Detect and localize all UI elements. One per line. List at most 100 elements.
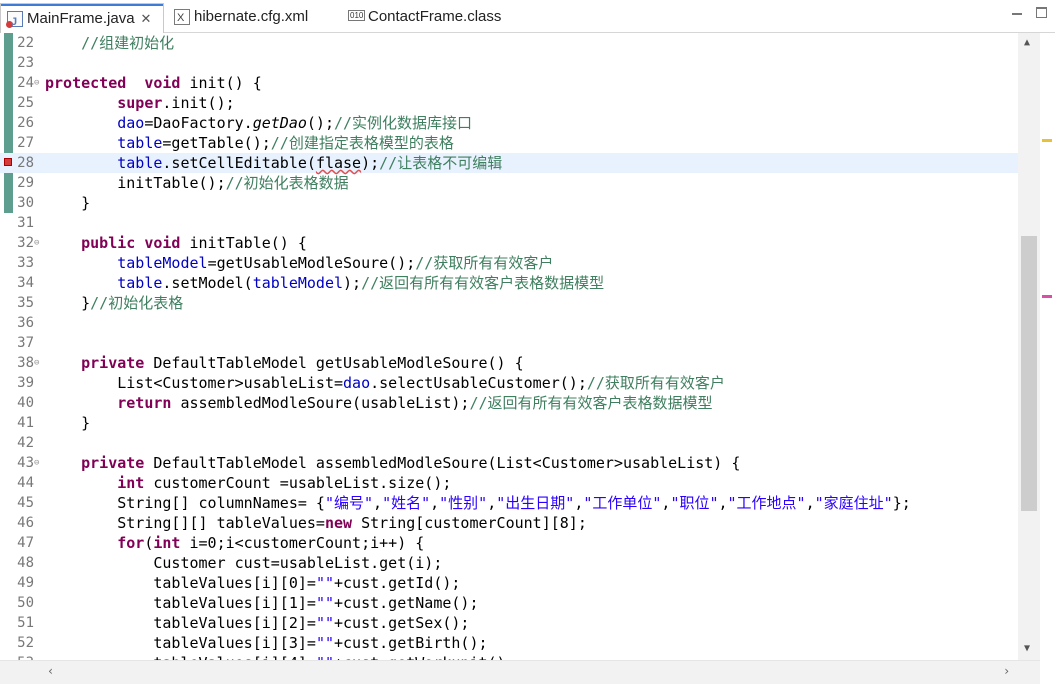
code-text: initTable();//初始化表格数据 <box>45 174 349 192</box>
code-line[interactable]: 46 String[][] tableValues=new String[cus… <box>0 513 1018 533</box>
code-text: tableValues[i][1]=""+cust.getName(); <box>45 594 479 612</box>
line-number: 51 <box>17 615 34 631</box>
code-line[interactable]: 35 }//初始化表格 <box>0 293 1018 313</box>
code-text: tableValues[i][2]=""+cust.getSex(); <box>45 614 470 632</box>
line-number: 33 <box>17 255 34 271</box>
scroll-left-icon[interactable]: ‹ <box>47 664 54 678</box>
error-marker[interactable] <box>1042 295 1052 298</box>
scroll-right-icon[interactable]: › <box>1003 664 1010 678</box>
class-file-icon <box>348 9 366 25</box>
code-line[interactable]: 36 <box>0 313 1018 333</box>
scroll-down-icon[interactable]: ▼ <box>1024 643 1030 654</box>
code-line[interactable]: 33 tableModel=getUsableModleSoure();//获取… <box>0 253 1018 273</box>
editor-window-controls <box>1012 7 1047 18</box>
line-number: 44 <box>17 475 34 491</box>
code-text: Customer cust=usableList.get(i); <box>45 554 443 572</box>
close-icon[interactable]: ✕ <box>141 6 152 32</box>
warning-marker[interactable] <box>1042 139 1052 142</box>
code-text: tableValues[i][3]=""+cust.getBirth(); <box>45 634 488 652</box>
code-line[interactable]: 53 tableValues[i][4]=""+cust.getWorkunit… <box>0 653 1018 660</box>
code-text: tableValues[i][4]=""+cust.getWorkunit(); <box>45 653 514 660</box>
java-file-icon <box>6 9 23 35</box>
fold-toggle-icon[interactable]: ⊖ <box>34 353 39 373</box>
code-text: List<Customer>usableList=dao.selectUsabl… <box>45 374 725 392</box>
code-line[interactable]: 42 <box>0 433 1018 453</box>
code-text: for(int i=0;i<customerCount;i++) { <box>117 534 425 552</box>
code-line[interactable]: 49 tableValues[i][0]=""+cust.getId(); <box>0 573 1018 593</box>
fold-toggle-icon[interactable]: ⊖ <box>34 233 39 253</box>
xml-file-icon <box>174 5 190 31</box>
code-text: table.setCellEditable(flase);//让表格不可编辑 <box>117 154 503 172</box>
code-line[interactable]: 32 ⊖ public void initTable() { <box>0 233 1018 253</box>
code-text: String[][] tableValues=new String[custom… <box>45 514 587 532</box>
tab-label: hibernate.cfg.xml <box>194 8 309 25</box>
code-line[interactable]: 38 ⊖ private DefaultTableModel getUsableM… <box>0 353 1018 373</box>
scroll-up-icon[interactable]: ▲ <box>1024 37 1030 48</box>
code-text: //组建初始化 <box>45 34 175 52</box>
code-line[interactable]: 24 ⊖ protected void init() { <box>0 73 1018 93</box>
code-text: public void initTable() { <box>81 234 307 252</box>
tab-mainframe-java[interactable]: MainFrame.java ✕ <box>0 3 164 35</box>
line-number: 43 <box>17 455 34 471</box>
horizontal-scrollbar[interactable]: ‹ › <box>0 660 1040 684</box>
line-number: 40 <box>17 395 34 411</box>
line-number: 42 <box>17 435 34 451</box>
code-line[interactable]: 50 tableValues[i][1]=""+cust.getName(); <box>0 593 1018 613</box>
code-line[interactable]: 31 <box>0 213 1018 233</box>
code-line[interactable]: 39 List<Customer>usableList=dao.selectUs… <box>0 373 1018 393</box>
line-number: 35 <box>17 295 34 311</box>
code-text: private DefaultTableModel getUsableModle… <box>81 354 524 372</box>
code-line[interactable]: 37 <box>0 333 1018 353</box>
tab-hibernate-cfg-xml[interactable]: hibernate.cfg.xml <box>168 4 309 31</box>
code-text: tableModel=getUsableModleSoure();//获取所有有… <box>117 254 554 272</box>
line-number: 28 <box>17 155 34 171</box>
minimize-icon[interactable] <box>1012 13 1022 18</box>
code-line[interactable]: 34 table.setModel(tableModel);//返回有所有有效客… <box>0 273 1018 293</box>
tab-contactframe-class[interactable]: ContactFrame.class <box>342 4 501 30</box>
code-line[interactable]: 52 tableValues[i][3]=""+cust.getBirth(); <box>0 633 1018 653</box>
code-editor[interactable]: 22 //组建初始化 23 24 ⊖ protected void init() {25… <box>0 33 1018 660</box>
code-text: } <box>45 414 91 432</box>
code-line[interactable]: 40 return assembledModleSoure(usableList… <box>0 393 1018 413</box>
vertical-scrollbar[interactable]: ▲ ▼ <box>1018 33 1040 660</box>
code-line[interactable]: 26 dao=DaoFactory.getDao();//实例化数据库接口 <box>0 113 1018 133</box>
line-number: 25 <box>17 95 34 111</box>
code-line[interactable]: 51 tableValues[i][2]=""+cust.getSex(); <box>0 613 1018 633</box>
fold-toggle-icon[interactable]: ⊖ <box>34 73 39 93</box>
code-line[interactable]: 47 for(int i=0;i<customerCount;i++) { <box>0 533 1018 553</box>
code-line[interactable]: 43 ⊖ private DefaultTableModel assembledM… <box>0 453 1018 473</box>
code-text: } <box>45 194 91 212</box>
line-number: 48 <box>17 555 34 571</box>
line-number: 27 <box>17 135 34 151</box>
code-line[interactable]: 27 table=getTable();//创建指定表格模型的表格 <box>0 133 1018 153</box>
maximize-icon[interactable] <box>1036 7 1047 18</box>
fold-toggle-icon[interactable]: ⊖ <box>34 453 39 473</box>
code-line[interactable]: 29 initTable();//初始化表格数据 <box>0 173 1018 193</box>
code-line[interactable]: 25 super.init(); <box>0 93 1018 113</box>
line-number: 46 <box>17 515 34 531</box>
line-number: 22 <box>17 35 34 51</box>
code-line[interactable]: 45 String[] columnNames= {"编号","姓名","性别"… <box>0 493 1018 513</box>
code-line[interactable]: 41 } <box>0 413 1018 433</box>
code-text: return assembledModleSoure(usableList);/… <box>117 394 713 412</box>
code-text: super.init(); <box>117 94 235 112</box>
tab-label: MainFrame.java <box>27 9 135 27</box>
line-number: 26 <box>17 115 34 131</box>
code-line[interactable]: 44 int customerCount =usableList.size(); <box>0 473 1018 493</box>
line-number: 36 <box>17 315 34 331</box>
error-icon[interactable] <box>4 158 12 166</box>
overview-ruler[interactable] <box>1040 33 1055 660</box>
code-text: String[] columnNames= {"编号","姓名","性别","出… <box>45 494 911 512</box>
code-line[interactable]: 23 <box>0 53 1018 73</box>
scroll-thumb[interactable] <box>1021 236 1037 511</box>
code-text: }//初始化表格 <box>45 294 184 312</box>
code-line[interactable]: 22 //组建初始化 <box>0 33 1018 53</box>
code-line[interactable]: 30 } <box>0 193 1018 213</box>
code-text: dao=DaoFactory.getDao();//实例化数据库接口 <box>117 114 473 132</box>
code-text: int customerCount =usableList.size(); <box>117 474 452 492</box>
code-line[interactable]: 28 table.setCellEditable(flase);//让表格不可编… <box>0 153 1018 173</box>
line-number: 37 <box>17 335 34 351</box>
code-line[interactable]: 48 Customer cust=usableList.get(i); <box>0 553 1018 573</box>
line-number: 31 <box>17 215 34 231</box>
tab-label: ContactFrame.class <box>368 8 502 25</box>
